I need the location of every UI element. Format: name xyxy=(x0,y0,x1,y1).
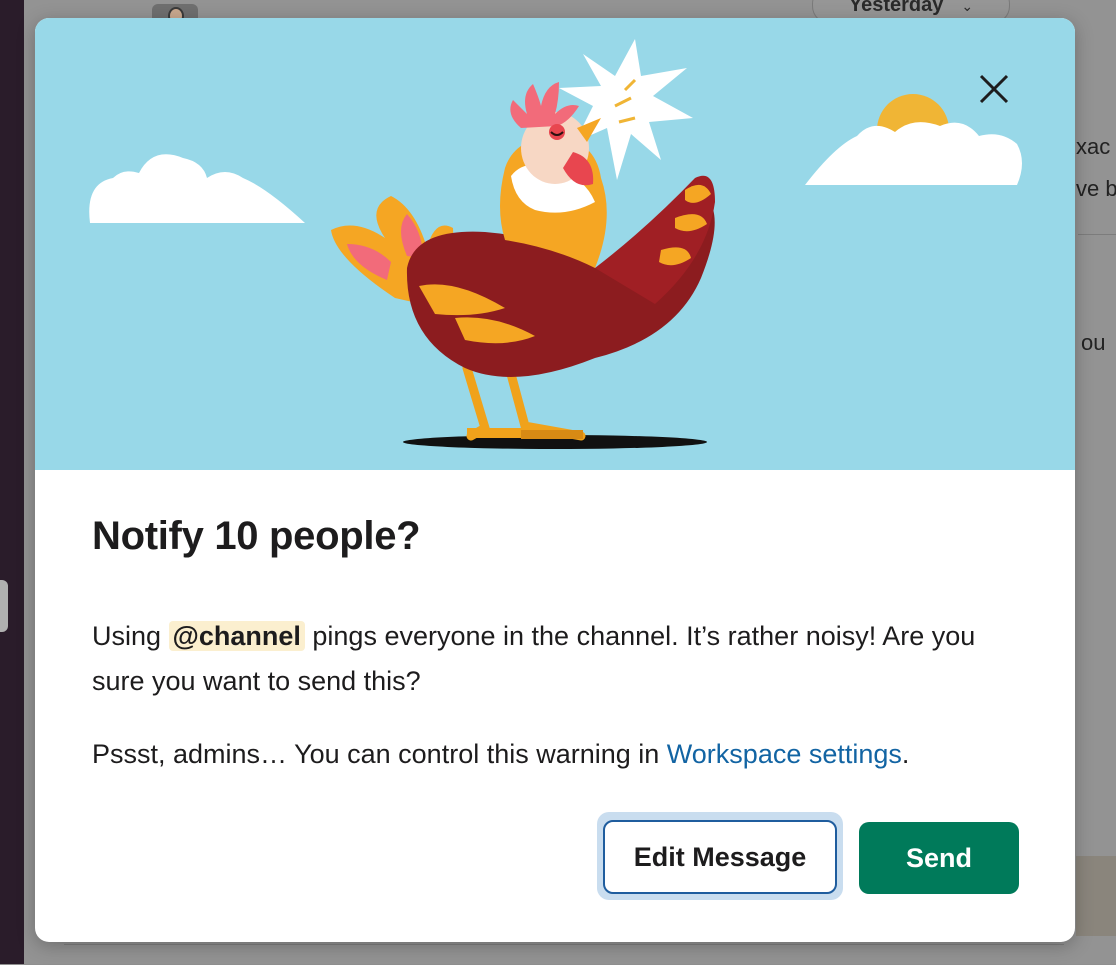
notify-channel-modal: Notify 10 people? Using @channel pings e… xyxy=(35,18,1075,942)
close-icon xyxy=(979,74,1009,104)
admin-note: Pssst, admins… You can control this warn… xyxy=(92,732,1022,776)
close-button[interactable] xyxy=(979,74,1019,114)
admin-note-suffix: . xyxy=(901,739,910,769)
admin-note-text: Pssst, admins… You can control this warn… xyxy=(92,739,667,769)
divider xyxy=(1078,234,1116,235)
date-divider-label: Yesterday xyxy=(848,0,944,16)
background-message-text: xac xyxy=(1076,134,1111,159)
rooster-illustration xyxy=(35,18,1075,470)
sidebar-handle xyxy=(0,580,8,632)
modal-title: Notify 10 people? xyxy=(92,514,421,558)
workspace-sidebar xyxy=(0,0,24,964)
background-message-text: ve b xyxy=(1076,176,1116,201)
description-text: Using xyxy=(92,621,169,651)
chevron-down-icon: ⌄ xyxy=(961,0,974,14)
message-composer xyxy=(64,944,1064,965)
send-button[interactable]: Send xyxy=(859,822,1019,894)
workspace-settings-link[interactable]: Workspace settings xyxy=(667,739,902,769)
edit-message-button[interactable]: Edit Message xyxy=(603,820,837,894)
background-message-text: l ou xyxy=(1070,330,1106,355)
channel-mention-badge: @channel xyxy=(168,621,305,651)
modal-description: Using @channel pings everyone in the cha… xyxy=(92,614,1022,704)
background-panel xyxy=(1076,856,1116,936)
